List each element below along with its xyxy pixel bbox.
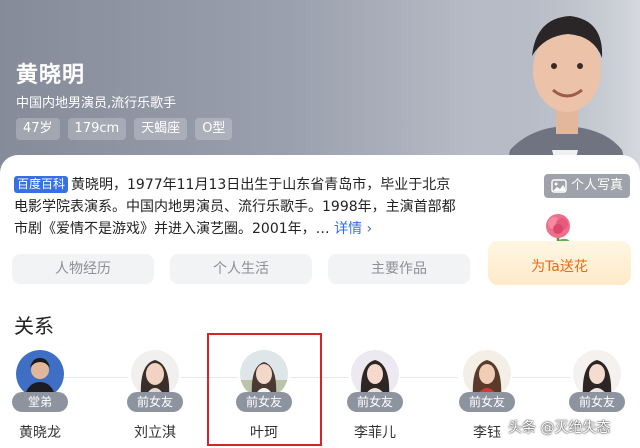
avatar [131,350,179,398]
profile-tabs: 人物经历 个人生活 主要作品 [12,254,470,284]
relation-item[interactable]: 前女友 李菲儿 [337,350,413,448]
relation-item[interactable]: 前女友 刘立淇 [117,350,193,448]
relation-item[interactable]: 堂弟 黄晓龙 [2,350,78,448]
person-avatar-icon [351,350,399,398]
hero-banner: 黄晓明 中国内地男演员,流行乐歌手 47岁 179cm 天蝎座 O型 [0,0,640,172]
relation-badge: 前女友 [127,392,183,412]
tab-works[interactable]: 主要作品 [328,254,470,284]
relation-badge: 堂弟 [12,392,68,412]
watermark: 头条 @灭绝失态 [508,420,611,436]
send-flower-button[interactable]: 为Ta送花 [488,241,631,285]
avatar [16,350,64,398]
avatar [351,350,399,398]
details-link[interactable]: 详情 › [334,221,372,237]
tab-career[interactable]: 人物经历 [12,254,154,284]
relation-badge: 前女友 [569,392,625,412]
blood-type-tag: O型 [195,118,233,140]
baike-badge[interactable]: 百度百科 [14,176,69,193]
relation-badge: 前女友 [347,392,403,412]
avatar [573,350,621,398]
zodiac-tag: 天蝎座 [134,118,188,140]
image-icon [551,179,567,193]
relation-name: 刘立淇 [134,425,176,441]
intro-paragraph: 百度百科 黄晓明，1977年11月13日出生于山东省青岛市，毕业于北京电影学院表演… [14,174,464,240]
person-description: 中国内地男演员,流行乐歌手 [16,96,177,111]
height-tag: 179cm [67,118,127,140]
relation-badge: 前女友 [459,392,515,412]
person-avatar-icon [463,350,511,398]
person-avatar-icon [131,350,179,398]
tab-personal-life[interactable]: 个人生活 [170,254,312,284]
person-avatar-icon [573,350,621,398]
photo-button-label: 个人写真 [570,178,623,193]
person-portrait-icon[interactable] [470,0,640,172]
photo-gallery-button[interactable]: 个人写真 [543,174,630,198]
relation-name: 李菲儿 [354,425,396,441]
relation-name: 黄晓龙 [19,425,61,441]
highlight-box [207,333,322,446]
person-name: 黄晓明 [16,63,86,88]
relations-title: 关系 [14,314,54,338]
avatar [463,350,511,398]
person-avatar-icon [16,350,64,398]
info-tags: 47岁 179cm 天蝎座 O型 [16,118,233,140]
age-tag: 47岁 [16,118,60,140]
intro-text: 黄晓明，1977年11月13日出生于山东省青岛市，毕业于北京电影学院表演系。中国… [14,177,456,237]
